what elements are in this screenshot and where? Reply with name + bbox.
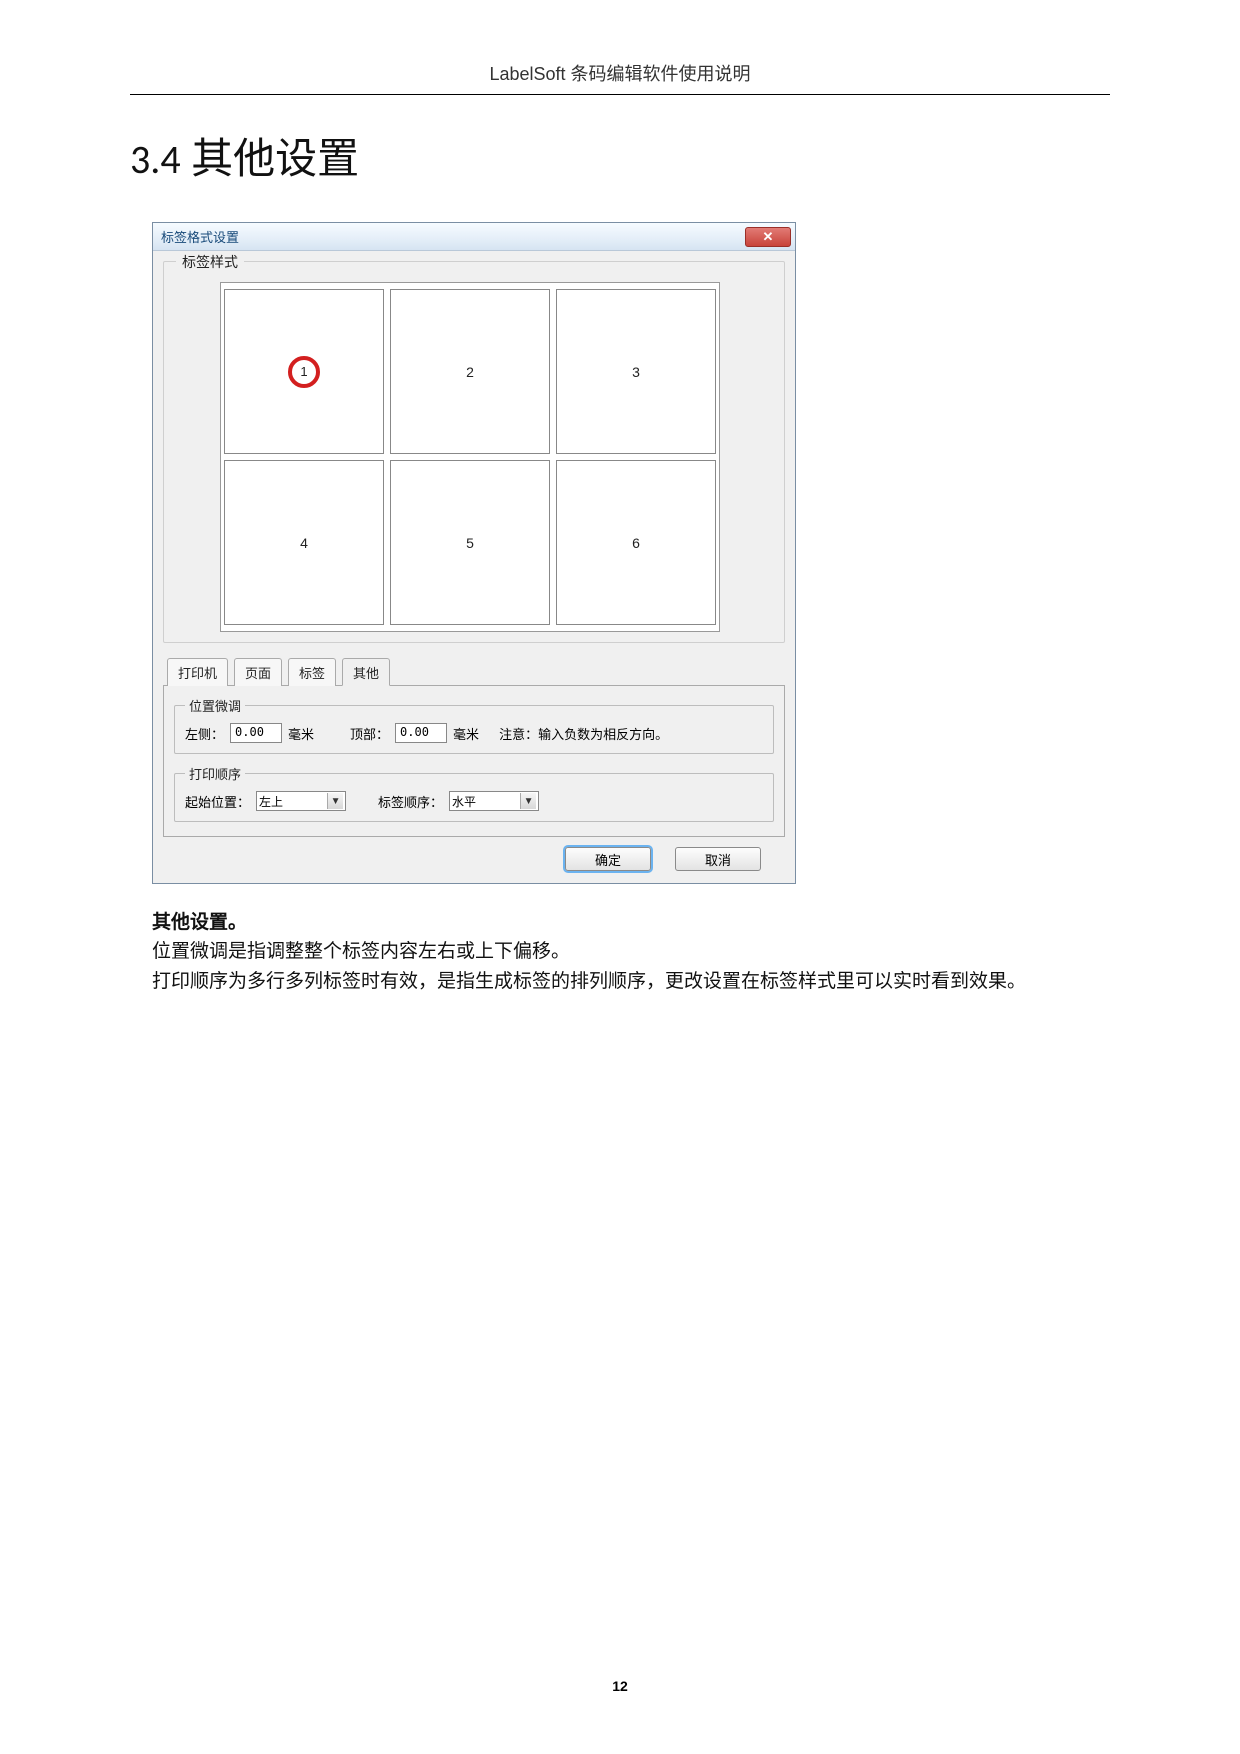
dialog-title: 标签格式设置 — [161, 227, 239, 246]
top-unit: 毫米 — [453, 724, 479, 743]
cell-number: 2 — [466, 364, 474, 380]
start-position-label: 起始位置： — [185, 792, 250, 811]
dialog-titlebar: 标签格式设置 ✕ — [153, 223, 795, 251]
selected-indicator-icon: 1 — [288, 356, 320, 388]
label-cell-2[interactable]: 2 — [390, 289, 550, 454]
tab-other-pane: 位置微调 左侧： 0.00 毫米 顶部： 0.00 毫米 注意：输入负数为相反方… — [163, 686, 785, 837]
close-button[interactable]: ✕ — [745, 227, 791, 247]
label-preview-sheet: 1 2 3 4 5 6 — [220, 282, 720, 632]
label-order-value: 水平 — [452, 793, 476, 810]
label-order-label: 标签顺序： — [378, 792, 443, 811]
tab-label[interactable]: 标签 — [288, 658, 336, 686]
label-cell-3[interactable]: 3 — [556, 289, 716, 454]
cell-number: 5 — [466, 535, 474, 551]
page-number: 12 — [0, 1678, 1240, 1694]
left-input[interactable]: 0.00 — [230, 723, 282, 743]
cell-number: 4 — [300, 535, 308, 551]
cell-number: 1 — [300, 364, 307, 379]
label-cell-4[interactable]: 4 — [224, 460, 384, 625]
start-position-value: 左上 — [259, 793, 283, 810]
start-position-select[interactable]: 左上 ▼ — [256, 791, 346, 811]
label-order-select[interactable]: 水平 ▼ — [449, 791, 539, 811]
label-format-dialog: 标签格式设置 ✕ 标签样式 1 2 — [152, 222, 796, 884]
cell-number: 3 — [632, 364, 640, 380]
label-style-legend: 标签样式 — [176, 252, 244, 272]
section-number: 3.4 — [130, 135, 181, 184]
settings-tabs: 打印机 页面 标签 其他 — [163, 657, 785, 686]
tab-printer[interactable]: 打印机 — [167, 658, 228, 686]
tab-other[interactable]: 其他 — [342, 658, 390, 686]
position-legend: 位置微调 — [185, 696, 245, 715]
left-unit: 毫米 — [288, 724, 314, 743]
close-icon: ✕ — [763, 229, 774, 245]
chevron-down-icon: ▼ — [520, 793, 536, 809]
label-cell-5[interactable]: 5 — [390, 460, 550, 625]
label-style-group: 标签样式 1 2 3 4 5 6 — [163, 261, 785, 643]
section-title: 其他设置 — [191, 137, 359, 183]
cancel-button[interactable]: 取消 — [675, 847, 761, 871]
label-preview-grid: 1 2 3 4 5 6 — [221, 289, 719, 625]
dialog-body: 标签样式 1 2 3 4 5 6 — [153, 251, 795, 883]
tab-page[interactable]: 页面 — [234, 658, 282, 686]
description-line2: 打印顺序为多行多列标签时有效，是指生成标签的排列顺序，更改设置在标签样式里可以实… — [152, 967, 1110, 996]
position-fieldset: 位置微调 左侧： 0.00 毫米 顶部： 0.00 毫米 注意：输入负数为相反方… — [174, 696, 774, 754]
top-label: 顶部： — [350, 724, 389, 743]
label-cell-1[interactable]: 1 — [224, 289, 384, 454]
position-note: 注意：输入负数为相反方向。 — [499, 724, 668, 743]
description-block: 其他设置。 位置微调是指调整整个标签内容左右或上下偏移。 打印顺序为多行多列标签… — [152, 908, 1110, 996]
dialog-button-row: 确定 取消 — [163, 837, 785, 871]
ok-button[interactable]: 确定 — [565, 847, 651, 871]
cell-number: 6 — [632, 535, 640, 551]
doc-header: LabelSoft 条码编辑软件使用说明 — [130, 60, 1110, 95]
section-heading: 3.4 其他设置 — [130, 125, 1110, 186]
description-lead: 其他设置。 — [152, 908, 1110, 937]
chevron-down-icon: ▼ — [327, 793, 343, 809]
left-label: 左侧： — [185, 724, 224, 743]
description-line1: 位置微调是指调整整个标签内容左右或上下偏移。 — [152, 937, 1110, 966]
label-cell-6[interactable]: 6 — [556, 460, 716, 625]
order-legend: 打印顺序 — [185, 764, 245, 783]
top-input[interactable]: 0.00 — [395, 723, 447, 743]
order-fieldset: 打印顺序 起始位置： 左上 ▼ 标签顺序： 水平 ▼ — [174, 764, 774, 822]
